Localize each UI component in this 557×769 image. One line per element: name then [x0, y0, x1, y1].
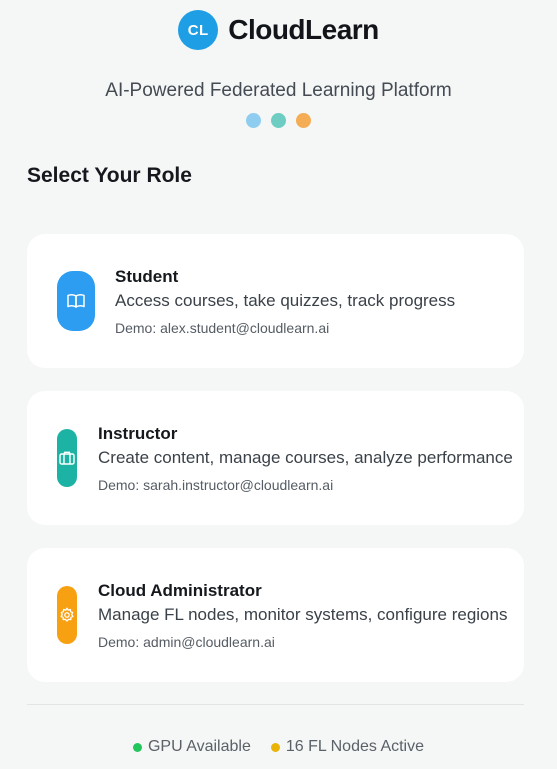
role-card-instructor[interactable]: Instructor Create content, manage course…: [27, 391, 524, 525]
brand-header: CL CloudLearn: [0, 10, 557, 50]
instructor-text: Instructor Create content, manage course…: [98, 423, 513, 495]
decorative-dots: [0, 113, 557, 128]
role-description: Access courses, take quizzes, track prog…: [115, 291, 456, 310]
role-title: Student: [115, 267, 179, 286]
role-description: Manage FL nodes, monitor systems, config…: [98, 605, 508, 624]
gpu-status: GPU Available: [132, 738, 251, 756]
role-demo-email: Demo: admin@cloudlearn.ai: [98, 634, 275, 650]
role-title: Instructor: [98, 424, 178, 443]
divider: [27, 704, 524, 705]
role-demo-email: Demo: sarah.instructor@cloudlearn.ai: [98, 477, 334, 493]
briefcase-icon: [59, 450, 75, 466]
instructor-icon-badge: [57, 429, 77, 487]
book-open-icon: [67, 293, 85, 309]
admin-text: Cloud Administrator Manage FL nodes, mon…: [98, 580, 507, 652]
logo-text: CL: [187, 21, 209, 39]
logo: CL: [178, 10, 219, 50]
gear-icon: [59, 607, 75, 623]
nodes-status: 16 FL Nodes Active: [270, 738, 425, 756]
role-title: Cloud Administrator: [98, 581, 262, 600]
student-icon-badge: [57, 271, 95, 331]
nodes-status-label: 16 FL Nodes Active: [285, 738, 425, 755]
role-card-student[interactable]: Student Access courses, take quizzes, tr…: [27, 234, 524, 368]
gpu-status-label: GPU Available: [147, 738, 251, 755]
dot-teal: [271, 113, 286, 128]
role-card-admin[interactable]: Cloud Administrator Manage FL nodes, mon…: [27, 548, 524, 682]
role-description: Create content, manage courses, analyze …: [98, 448, 513, 467]
section-title: Select Your Role: [27, 164, 192, 187]
admin-icon-badge: [57, 586, 77, 644]
status-dot-green: [132, 742, 142, 752]
app-name: CloudLearn: [228, 14, 379, 45]
dot-orange: [296, 113, 311, 128]
status-bar: GPU Available 16 FL Nodes Active: [0, 738, 557, 756]
student-text: Student Access courses, take quizzes, tr…: [115, 266, 455, 338]
tagline: AI-Powered Federated Learning Platform: [105, 80, 452, 101]
role-demo-email: Demo: alex.student@cloudlearn.ai: [115, 320, 330, 336]
status-dot-yellow: [270, 742, 280, 752]
dot-blue: [246, 113, 261, 128]
